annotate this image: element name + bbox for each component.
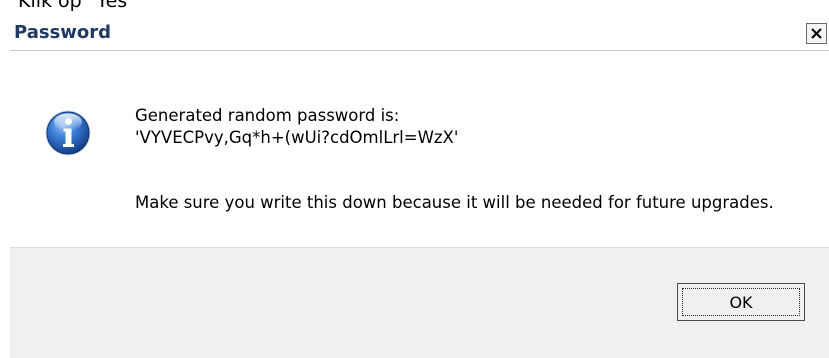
message-line-1: Generated random password is: (135, 106, 400, 125)
generated-password: 'VYVECPvy,Gq*h+(wUi?cdOmlLrl=WzX' (135, 128, 459, 147)
ok-button-label: OK (729, 292, 753, 312)
information-icon (45, 110, 91, 156)
dialog-footer: OK (10, 247, 829, 358)
dialog-content: Generated random password is: 'VYVECPvy,… (10, 51, 829, 247)
ok-button[interactable]: OK (677, 283, 805, 321)
dialog-titlebar[interactable]: Password (10, 14, 829, 51)
background-caption: Klik op "Yes" (18, 0, 136, 12)
message-text: Generated random password is: 'VYVECPvy,… (135, 105, 815, 149)
password-dialog: Password Generated random password is: '… (10, 14, 829, 358)
close-icon (811, 28, 822, 39)
write-down-note: Make sure you write this down because it… (135, 193, 774, 212)
close-button[interactable] (806, 23, 827, 44)
dialog-title: Password (14, 22, 112, 43)
